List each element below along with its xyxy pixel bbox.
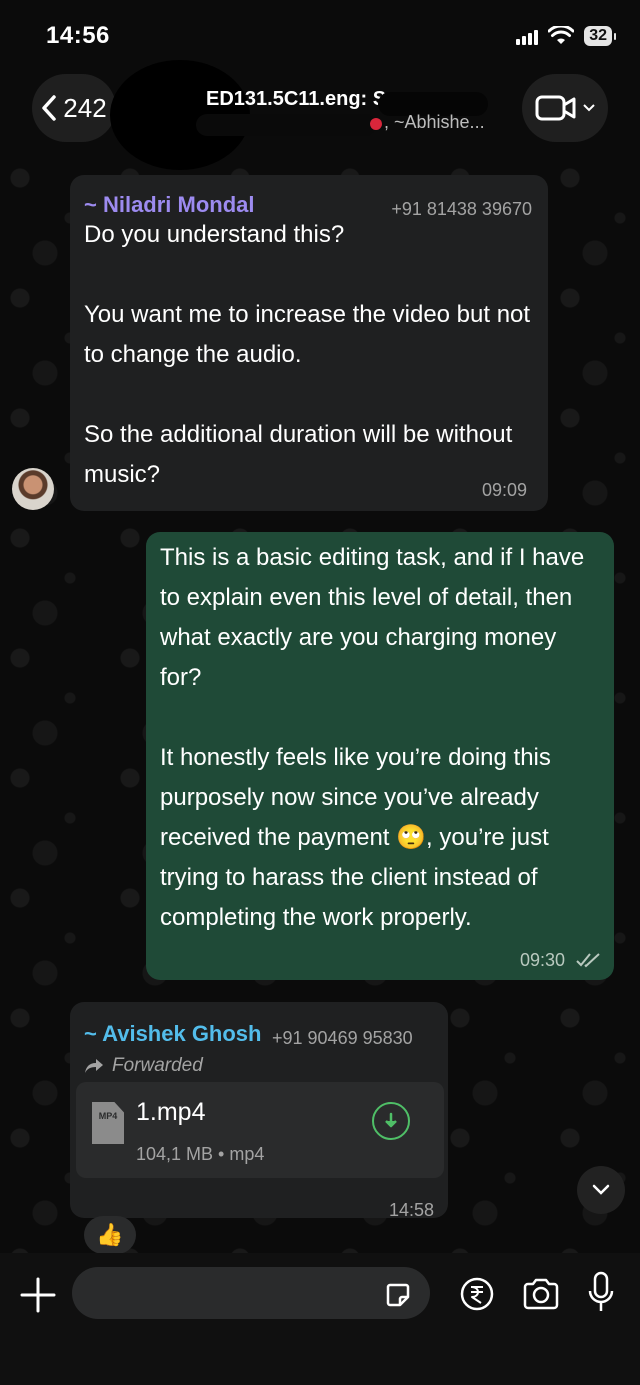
back-button[interactable]: 242 bbox=[32, 74, 116, 142]
file-icon: MP4 bbox=[92, 1102, 124, 1144]
wifi-icon bbox=[548, 26, 575, 44]
plus-icon[interactable] bbox=[18, 1275, 58, 1315]
file-type-label: MP4 bbox=[98, 1111, 118, 1121]
sticker-icon[interactable] bbox=[384, 1281, 412, 1309]
file-name: 1.mp4 bbox=[136, 1098, 206, 1126]
chevron-down-icon bbox=[592, 1184, 610, 1195]
reaction-badge[interactable]: 👍 bbox=[84, 1216, 136, 1254]
incoming-message[interactable]: ~ Avishek Ghosh +91 90469 95830 Forwarde… bbox=[70, 1002, 448, 1220]
download-icon bbox=[385, 1112, 397, 1128]
signal-icon bbox=[516, 27, 539, 45]
sender-phone: +91 90469 95830 bbox=[272, 1028, 413, 1048]
message-time: 14:58 bbox=[388, 1200, 434, 1220]
forwarded-text: Forwarded bbox=[112, 1055, 203, 1076]
video-call-button[interactable] bbox=[522, 74, 608, 142]
chat-subtitle: , ~Abhishe... bbox=[384, 112, 485, 132]
composer-bar bbox=[0, 1253, 640, 1385]
avatar[interactable] bbox=[12, 468, 54, 510]
scroll-to-bottom-button[interactable] bbox=[577, 1166, 625, 1214]
chat-header: 242 ED131.5C11.eng: S , ~Abhishe... bbox=[0, 60, 640, 170]
read-ticks-icon bbox=[576, 953, 600, 968]
message-time: 09:30 bbox=[520, 950, 566, 970]
incoming-message[interactable]: ~ Niladri Mondal +91 81438 39670 Do you … bbox=[70, 175, 548, 511]
file-attachment[interactable]: MP4 1.mp4 104,1 MB • mp4 bbox=[76, 1082, 444, 1178]
forwarded-label: Forwarded bbox=[84, 1046, 203, 1086]
emoji: 🙄 bbox=[396, 824, 427, 851]
download-button[interactable] bbox=[372, 1102, 410, 1140]
status-time: 14:56 bbox=[46, 22, 110, 49]
pin-icon bbox=[370, 118, 382, 130]
message-time: 09:09 bbox=[482, 480, 528, 500]
unread-count: 242 bbox=[63, 92, 107, 123]
camera-icon[interactable] bbox=[522, 1277, 560, 1311]
message-text: This is a basic editing task, and if I h… bbox=[160, 538, 604, 938]
message-text: Do you understand this? You want me to i… bbox=[84, 221, 531, 488]
outgoing-message[interactable]: This is a basic editing task, and if I h… bbox=[146, 532, 614, 980]
chat-title[interactable]: ED131.5C11.eng: S bbox=[206, 88, 386, 111]
chevron-down-icon bbox=[583, 104, 595, 112]
battery-indicator: 32 bbox=[584, 26, 616, 46]
file-meta: 104,1 MB • mp4 bbox=[136, 1144, 265, 1164]
chevron-left-icon bbox=[42, 95, 57, 121]
forward-arrow-icon bbox=[85, 1059, 103, 1073]
video-camera-icon bbox=[535, 95, 576, 121]
message-input[interactable] bbox=[72, 1267, 430, 1319]
redaction-mark bbox=[196, 114, 376, 136]
message-text-part: This is a basic editing task, and if I h… bbox=[160, 544, 585, 851]
status-icons: 32 bbox=[516, 26, 616, 46]
microphone-icon[interactable] bbox=[588, 1271, 614, 1315]
payment-rupee-icon[interactable] bbox=[460, 1277, 494, 1311]
